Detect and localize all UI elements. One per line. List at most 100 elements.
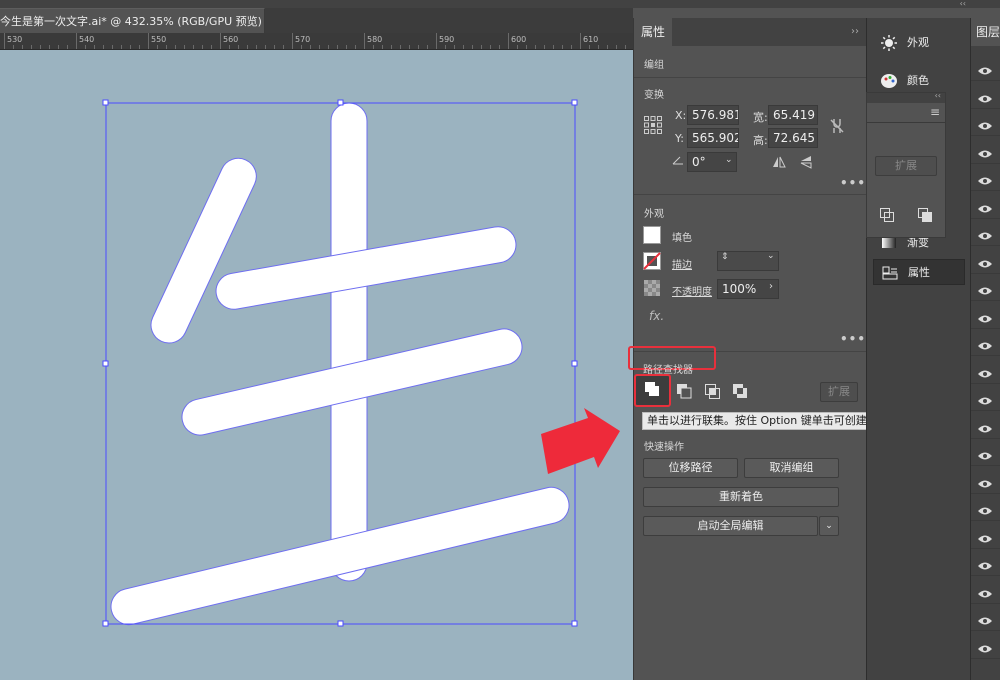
ruler-minor-tick (319, 45, 320, 49)
artboard-canvas[interactable] (0, 50, 633, 680)
offset-path-button[interactable]: 位移路径 (643, 458, 738, 478)
properties-panel: 属性 ›› 编组 变换 X: 576.981 宽: 65.419 p Y: 56… (628, 18, 867, 680)
minus-front-icon[interactable] (675, 382, 695, 402)
divider (634, 194, 867, 195)
reference-point-icon[interactable] (644, 116, 662, 134)
flip-horizontal-icon[interactable] (772, 156, 786, 168)
ruler-label: 610 (583, 35, 599, 44)
ruler-major-tick (76, 33, 77, 49)
height-input[interactable]: 72.645 p (768, 128, 818, 148)
layer-visibility-eye-icon[interactable] (977, 286, 993, 296)
layer-visibility-eye-icon[interactable] (977, 66, 993, 76)
recolor-button[interactable]: 重新着色 (643, 487, 839, 507)
unite-icon[interactable] (643, 380, 663, 400)
minus-front-small-icon[interactable] (879, 207, 895, 223)
stepper-icon[interactable]: ⇕ (721, 252, 729, 262)
ruler-label: 580 (367, 35, 383, 44)
layer-visibility-eye-icon[interactable] (977, 479, 993, 489)
artwork-svg[interactable] (0, 50, 633, 680)
ruler-label: 540 (79, 35, 95, 44)
layer-row-divider (971, 355, 1000, 356)
layer-visibility-eye-icon[interactable] (977, 506, 993, 516)
chevron-down-icon[interactable]: ⌄ (725, 155, 733, 165)
layer-visibility-eye-icon[interactable] (977, 259, 993, 269)
layer-visibility-eye-icon[interactable] (977, 314, 993, 324)
start-global-edit-button[interactable]: 启动全局编辑 (643, 516, 818, 536)
ruler-minor-tick (517, 45, 518, 49)
color-panel-tab[interactable]: 颜色 (873, 68, 965, 94)
ungroup-button[interactable]: 取消编组 (744, 458, 839, 478)
ruler-minor-tick (553, 45, 554, 49)
width-input[interactable]: 65.419 p (768, 105, 818, 125)
ruler-minor-tick (418, 45, 419, 49)
layer-visibility-eye-icon[interactable] (977, 616, 993, 626)
expand-button[interactable]: 扩展 (875, 156, 937, 176)
panel-collapse-icon[interactable]: ›› (851, 26, 859, 37)
layer-visibility-eye-icon[interactable] (977, 94, 993, 104)
flip-vertical-icon[interactable] (800, 155, 812, 169)
x-input[interactable]: 576.981 (687, 105, 739, 125)
layer-visibility-eye-icon[interactable] (977, 396, 993, 406)
layer-row-divider (971, 382, 1000, 384)
height-label: 高: (753, 134, 768, 147)
layer-visibility-eye-icon[interactable] (977, 589, 993, 599)
appearance-section-label: 外观 (644, 209, 664, 220)
ruler-minor-tick (40, 45, 41, 49)
fx-effects-icon[interactable]: fx. (649, 309, 664, 323)
ruler-minor-tick (265, 45, 266, 49)
chevron-down-icon[interactable]: ⌄ (767, 251, 775, 261)
layer-visibility-eye-icon[interactable] (977, 534, 993, 544)
layer-row-divider (971, 135, 1000, 136)
transform-more-options-icon[interactable]: ••• (840, 176, 866, 190)
ruler-minor-tick (463, 45, 464, 49)
tab-properties[interactable]: 属性 (634, 18, 672, 46)
stroke-label[interactable]: 描边 (672, 256, 692, 271)
appearance-more-options-icon[interactable]: ••• (840, 332, 866, 346)
y-input[interactable]: 565.902 (687, 128, 739, 148)
opacity-label[interactable]: 不透明度 (672, 283, 712, 298)
constrain-proportions-icon[interactable] (830, 117, 844, 135)
fill-swatch[interactable] (643, 226, 661, 244)
layer-visibility-eye-icon[interactable] (977, 369, 993, 379)
layer-visibility-eye-icon[interactable] (977, 424, 993, 434)
floating-panel-header: ≡ (867, 103, 945, 123)
layer-row-divider (971, 272, 1000, 274)
document-tab[interactable]: 今生是第一次文字.ai* @ 432.35% (RGB/GPU 预览) (0, 8, 265, 33)
pathfinder-expand-button[interactable]: 扩展 (820, 382, 858, 402)
sun-icon (881, 35, 897, 51)
exclude-small-icon[interactable] (917, 207, 933, 223)
ruler-minor-tick (283, 45, 284, 49)
ruler-minor-tick (535, 45, 536, 49)
ruler-minor-tick (256, 45, 257, 49)
layer-row-divider (971, 657, 1000, 659)
transform-section-label: 变换 (644, 90, 664, 101)
intersect-icon[interactable] (703, 382, 723, 402)
chevron-right-icon[interactable]: › (769, 281, 773, 292)
layer-visibility-eye-icon[interactable] (977, 149, 993, 159)
layer-visibility-eye-icon[interactable] (977, 204, 993, 214)
layer-visibility-eye-icon[interactable] (977, 176, 993, 186)
ruler-minor-tick (229, 45, 230, 49)
stroke-swatch-none-icon[interactable] (643, 252, 661, 270)
panel-menu-icon[interactable]: ≡ (930, 105, 940, 119)
layer-visibility-eye-icon[interactable] (977, 231, 993, 241)
global-edit-options-dropdown[interactable]: ⌄ (819, 516, 839, 536)
layer-row-divider (971, 327, 1000, 329)
layer-row-divider (971, 107, 1000, 109)
layer-visibility-eye-icon[interactable] (977, 644, 993, 654)
layer-visibility-eye-icon[interactable] (977, 561, 993, 571)
collapse-icon[interactable]: ‹‹ (935, 91, 941, 100)
layer-visibility-eye-icon[interactable] (977, 341, 993, 351)
appearance-panel-tab[interactable]: 外观 (873, 30, 965, 56)
selection-type-label: 编组 (644, 60, 664, 71)
layer-visibility-eye-icon[interactable] (977, 121, 993, 131)
angle-icon (672, 156, 683, 165)
exclude-icon[interactable] (731, 382, 751, 402)
tab-layers[interactable]: 图层 (971, 18, 1000, 46)
ruler-minor-tick (103, 45, 104, 49)
layer-visibility-eye-icon[interactable] (977, 451, 993, 461)
collapse-panels-icon[interactable]: ‹‹ (960, 0, 966, 8)
properties-panel-tab[interactable]: 属性 (873, 259, 965, 285)
floating-panel-titlebar[interactable]: ‹‹ (867, 91, 945, 103)
ruler-minor-tick (355, 45, 356, 49)
